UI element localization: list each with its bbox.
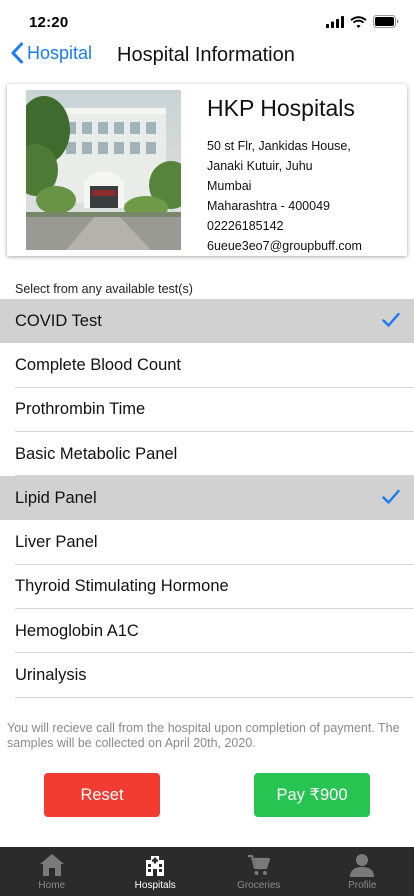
tab-label: Groceries: [237, 880, 281, 891]
tab-label: Home: [38, 880, 66, 891]
tab-groceries[interactable]: Groceries: [207, 847, 311, 896]
test-item-label: Liver Panel: [15, 533, 98, 552]
tab-label: Hospitals: [134, 880, 176, 891]
status-icons: [326, 15, 400, 28]
test-item-prothrombin-time[interactable]: Prothrombin Time: [0, 388, 414, 433]
back-button-label: Hospital: [27, 42, 93, 63]
cart-icon: [247, 854, 270, 875]
person-icon: [350, 854, 375, 877]
wifi-icon: [350, 15, 367, 28]
hospital-photo: [26, 90, 181, 250]
page-title: Hospital Information: [117, 44, 295, 66]
tab-label: Profile: [348, 880, 377, 891]
test-item-basic-metabolic-panel[interactable]: Basic Metabolic Panel: [0, 432, 414, 477]
checkmark-icon: [382, 312, 400, 327]
navigation-bar: Hospital Hospital Information: [0, 38, 414, 74]
back-button[interactable]: Hospital: [10, 42, 92, 64]
tab-hospitals[interactable]: Hospitals: [104, 847, 208, 896]
battery-icon: [373, 15, 399, 28]
address-state-pin: Maharashtra - 400049: [207, 199, 330, 213]
cellular-signal-icon: [326, 15, 344, 28]
status-time: 12:20: [29, 14, 69, 31]
address-city: Mumbai: [207, 179, 252, 193]
test-item-label: Urinalysis: [15, 666, 87, 685]
test-item-urinalysis[interactable]: Urinalysis: [0, 653, 414, 698]
test-item-label: Prothrombin Time: [15, 400, 146, 419]
tab-bar: Home Hospitals Groceries Profile: [0, 847, 414, 896]
tests-caption: Select from any available test(s): [15, 282, 193, 296]
test-item-label: Basic Metabolic Panel: [15, 444, 178, 463]
test-item-complete-blood-count[interactable]: Complete Blood Count: [0, 343, 414, 388]
address-line: Janaki Kutuir, Juhu: [207, 159, 313, 173]
hospital-phone: 02226185142: [207, 219, 284, 233]
test-item-label: Lipid Panel: [15, 488, 97, 507]
tab-profile[interactable]: Profile: [311, 847, 414, 896]
hospital-address: 50 st Flr, Jankidas House, Janaki Kutuir…: [207, 136, 403, 256]
home-icon: [39, 854, 64, 876]
test-item-covid[interactable]: COVID Test: [0, 299, 414, 344]
test-item-label: Hemoglobin A1C: [15, 621, 139, 640]
test-list: COVID Test Complete Blood Count Prothrom…: [0, 299, 414, 698]
chevron-left-icon: [11, 42, 23, 64]
test-item-label: COVID Test: [15, 311, 102, 330]
payment-note: You will recieve call from the hospital …: [7, 721, 400, 750]
hospital-name: HKP Hospitals: [207, 95, 355, 121]
tab-home[interactable]: Home: [0, 847, 104, 896]
test-item-hemoglobin-a1c[interactable]: Hemoglobin A1C: [0, 609, 414, 654]
test-item-label: Complete Blood Count: [15, 355, 182, 374]
test-item-label: Thyroid Stimulating Hormone: [15, 577, 229, 596]
test-item-thyroid-stimulating-hormone[interactable]: Thyroid Stimulating Hormone: [0, 565, 414, 610]
test-item-lipid-panel[interactable]: Lipid Panel: [0, 476, 414, 521]
checkmark-icon: [382, 489, 400, 504]
hospital-card: HKP Hospitals 50 st Flr, Jankidas House,…: [7, 84, 407, 256]
reset-button[interactable]: Reset: [44, 773, 160, 817]
hospital-icon: [146, 856, 165, 876]
address-line: 50 st Flr, Jankidas House,: [207, 139, 351, 153]
pay-button[interactable]: Pay ₹900: [254, 773, 370, 817]
test-item-liver-panel[interactable]: Liver Panel: [0, 520, 414, 566]
hospital-email: 6ueue3eo7@groupbuff.com: [207, 239, 362, 253]
